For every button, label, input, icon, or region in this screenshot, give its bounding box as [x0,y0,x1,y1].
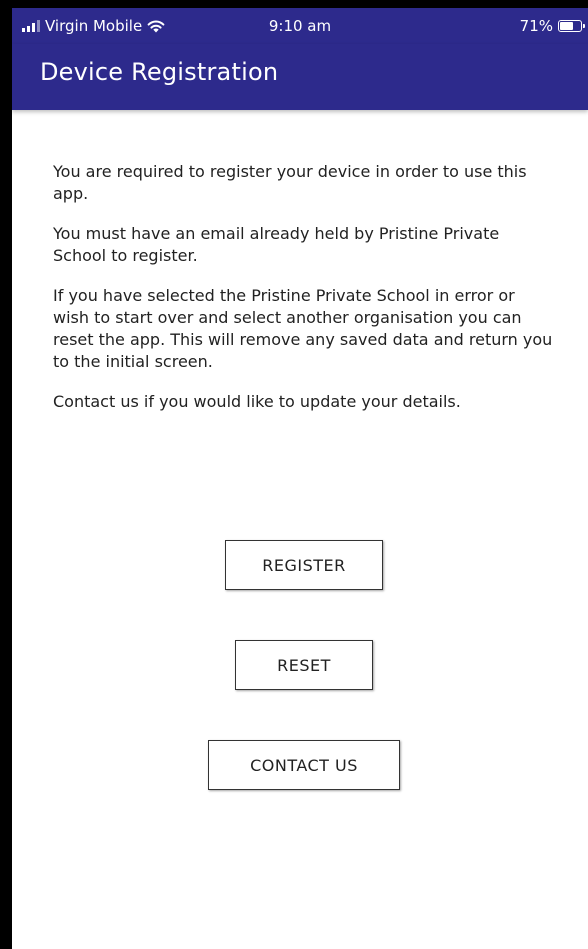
registration-instructions: You are required to register your device… [53,161,553,431]
status-time: 9:10 am [268,17,332,35]
battery-percent: 71% [519,17,553,35]
instruction-paragraph: Contact us if you would like to update y… [53,392,461,411]
register-button[interactable]: REGISTER [225,540,383,590]
nav-bar: Device Registration [12,44,588,110]
status-right: 71% [519,17,585,35]
battery-icon [558,20,585,32]
battery-fill [560,22,574,30]
contact-us-button[interactable]: CONTACT US [208,740,400,790]
instruction-paragraph: You are required to register your device… [53,162,527,203]
reset-button[interactable]: RESET [235,640,373,690]
app-screen: Virgin Mobile 9:10 am 71% Device Registr… [12,8,588,949]
instruction-paragraph: You must have an email already held by P… [53,224,500,265]
page-title: Device Registration [40,58,279,86]
instruction-paragraph: If you have selected the Pristine Privat… [53,286,553,371]
status-bar: Virgin Mobile 9:10 am 71% [12,8,588,44]
